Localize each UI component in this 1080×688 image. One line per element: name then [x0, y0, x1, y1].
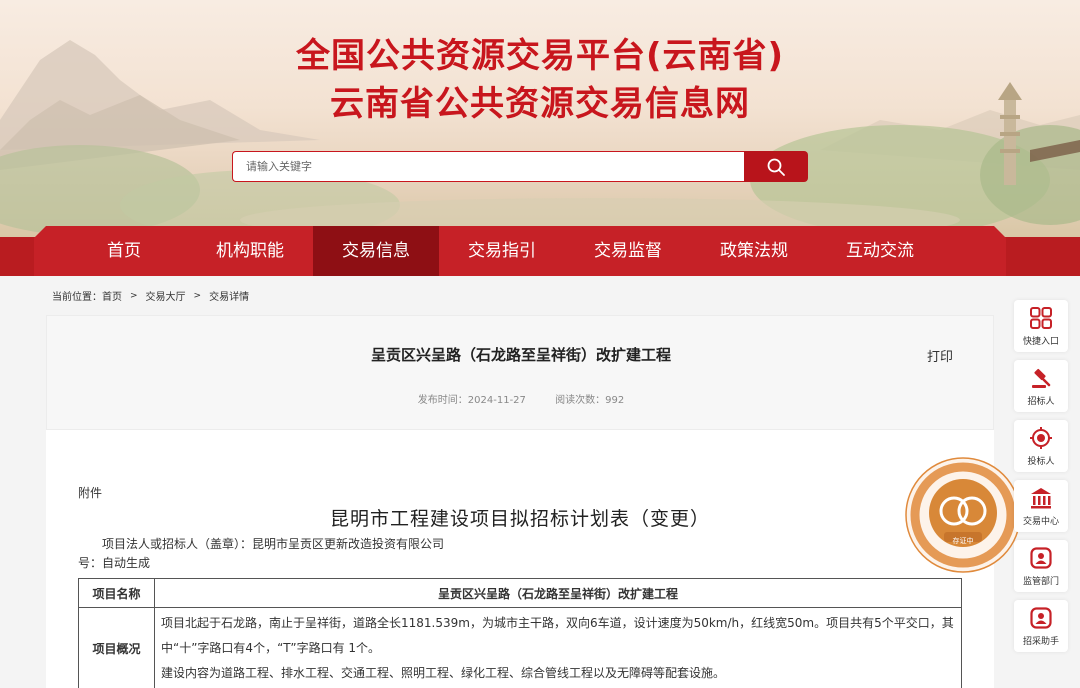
number-line: 号：自动生成	[78, 556, 151, 570]
sidebar-item-trade-center[interactable]: 交易中心	[1014, 480, 1068, 532]
table-key: 项目名称	[78, 578, 155, 608]
article-header: 呈贡区兴呈路（石龙路至呈祥街）改扩建工程 打印 发布时间：2024-11-27 …	[46, 315, 994, 430]
site-title-line2: 云南省公共资源交易信息网	[330, 84, 750, 124]
sidebar-item-bidder[interactable]: 投标人	[1014, 420, 1068, 472]
breadcrumb-current: 交易详情	[209, 292, 250, 303]
print-button[interactable]: 打印	[927, 346, 953, 365]
sidebar-item-label: 交易中心	[1022, 517, 1059, 527]
nav-item-policy[interactable]: 政策法规	[691, 226, 817, 276]
plan-table: 项目名称 呈贡区兴呈路（石龙路至呈祥街）改扩建工程 项目概况 项目北起于石龙路，…	[78, 578, 962, 688]
building-icon	[1031, 488, 1051, 509]
search-input[interactable]	[232, 151, 744, 182]
nav-item-organization[interactable]: 机构职能	[187, 226, 313, 276]
sidebar-item-tenderer[interactable]: 招标人	[1014, 360, 1068, 412]
search-icon	[767, 158, 785, 176]
nav-item-home[interactable]: 首页	[61, 226, 187, 276]
breadcrumb-link-hall[interactable]: 交易大厅	[146, 288, 186, 303]
sidebar-item-label: 投标人	[1027, 457, 1055, 467]
search-button[interactable]	[744, 151, 808, 182]
nav-item-trade-supervision[interactable]: 交易监督	[565, 226, 691, 276]
table-row: 项目名称 呈贡区兴呈路（石龙路至呈祥街）改扩建工程	[78, 578, 962, 608]
breadcrumb-separator: >	[130, 290, 138, 301]
target-icon	[1030, 427, 1052, 449]
breadcrumb-link-home[interactable]: 首页	[102, 288, 122, 303]
sidebar-item-assistant[interactable]: 招采助手	[1014, 600, 1068, 652]
sidebar-item-label: 快捷入口	[1022, 337, 1059, 347]
attachment-label: 附件	[78, 486, 103, 500]
shield-icon	[1030, 547, 1052, 569]
seal-label: 存证中	[952, 537, 974, 545]
table-value: 呈贡区兴呈路（石龙路至呈祥街）改扩建工程	[154, 578, 962, 608]
certification-seal[interactable]: 存证中	[904, 456, 1022, 574]
table-key: 项目概况	[78, 607, 155, 688]
breadcrumb: 当前位置： 首页 > 交易大厅 > 交易详情	[52, 288, 250, 304]
gavel-icon	[1032, 368, 1051, 388]
sidebar-item-label: 招采助手	[1022, 637, 1059, 647]
article-meta: 发布时间：2024-11-27 阅读次数：992	[47, 391, 995, 406]
assistant-icon	[1030, 607, 1052, 629]
article-title: 呈贡区兴呈路（石龙路至呈祥街）改扩建工程	[370, 346, 671, 364]
search-bar	[232, 151, 808, 182]
nav-item-trade-info[interactable]: 交易信息	[313, 226, 439, 276]
publish-time: 发布时间：2024-11-27	[417, 395, 526, 406]
nav-item-interaction[interactable]: 互动交流	[817, 226, 943, 276]
document-title: 昆明市工程建设项目拟招标计划表（变更）	[329, 508, 710, 530]
site-banner: 全国公共资源交易平台(云南省) 云南省公共资源交易信息网	[0, 0, 1080, 237]
seal-badge-icon	[905, 457, 1021, 573]
nav-item-trade-guide[interactable]: 交易指引	[439, 226, 565, 276]
grid-icon	[1030, 307, 1052, 329]
view-count: 阅读次数：992	[555, 395, 625, 406]
main-nav: 首页 机构职能 交易信息 交易指引 交易监督 政策法规 互动交流	[0, 226, 1080, 276]
site-title-line1: 全国公共资源交易平台(云南省)	[295, 36, 785, 76]
sidebar-item-shortcut[interactable]: 快捷入口	[1014, 300, 1068, 352]
breadcrumb-prefix: 当前位置：	[52, 292, 102, 303]
article-content: 附件 昆明市工程建设项目拟招标计划表（变更） 项目法人或招标人（盖章）：昆明市呈…	[46, 430, 994, 688]
breadcrumb-separator: >	[193, 290, 202, 301]
project-overview-text: 项目北起于石龙路，南止于呈祥街，道路全长1181.539m，为城市主干路，双向6…	[161, 616, 954, 655]
floating-toolbar: 快捷入口 招标人 投标人 交易中心 监管部门 招采助手	[1014, 300, 1068, 660]
owner-line: 项目法人或招标人（盖章）：昆明市呈贡区更新改造投资有限公司	[102, 537, 445, 551]
sidebar-item-regulator[interactable]: 监管部门	[1014, 540, 1068, 592]
sidebar-item-label: 招标人	[1027, 397, 1055, 407]
sidebar-item-label: 监管部门	[1022, 577, 1059, 587]
table-value: 项目北起于石龙路，南止于呈祥街，道路全长1181.539m，为城市主干路，双向6…	[154, 607, 962, 688]
project-scope-text: 建设内容为道路工程、排水工程、交通工程、照明工程、绿化工程、综合管线工程以及无障…	[161, 666, 726, 680]
table-row: 项目概况 项目北起于石龙路，南止于呈祥街，道路全长1181.539m，为城市主干…	[78, 607, 962, 688]
